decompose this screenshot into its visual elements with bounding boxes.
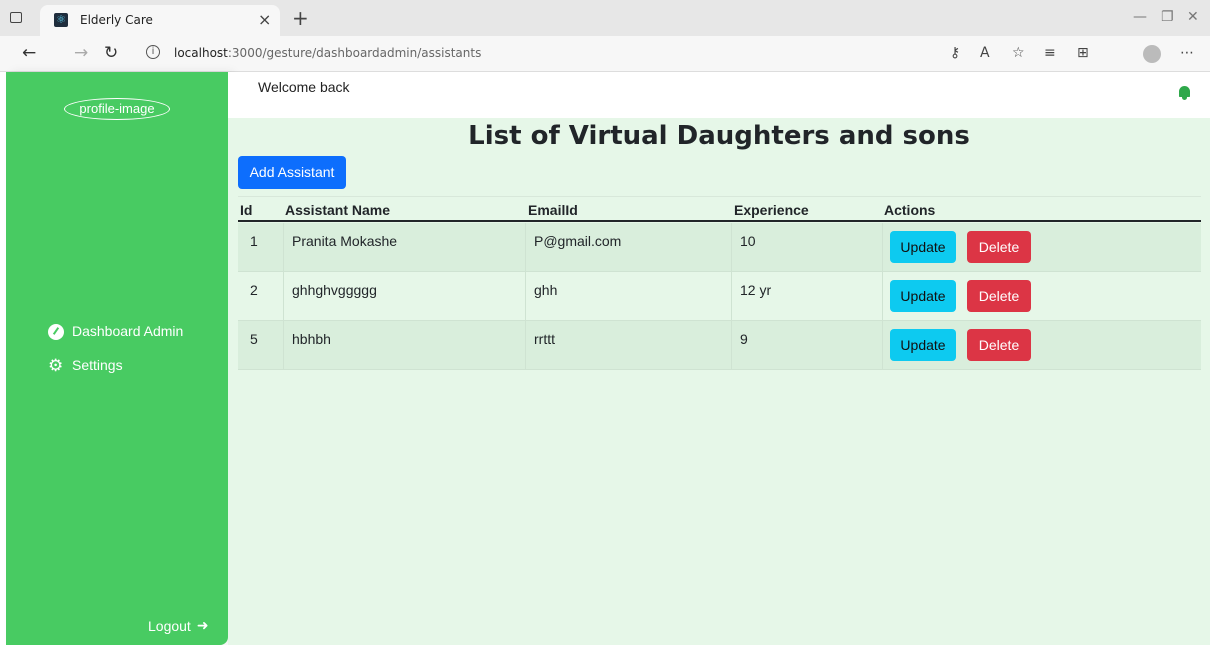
new-tab-icon[interactable]: + <box>292 6 309 30</box>
logout-button[interactable]: Logout ➜ <box>148 618 209 634</box>
close-tab-icon[interactable]: × <box>258 10 271 29</box>
table-header: Id Assistant Name EmailId Experience Act… <box>238 196 1201 222</box>
profile-image-alt-text: profile-image <box>79 101 155 116</box>
browser-tab[interactable]: ⚛ Elderly Care × <box>40 5 280 36</box>
main-content: List of Virtual Daughters and sons Add A… <box>228 118 1210 645</box>
cell-id: 5 <box>250 331 258 347</box>
url-path: :3000/gesture/dashboardadmin/assistants <box>227 46 482 60</box>
address-bar: ← → ↻ i localhost:3000/gesture/dashboard… <box>0 36 1210 72</box>
update-button[interactable]: Update <box>890 280 956 312</box>
column-header-id: Id <box>240 202 253 218</box>
cogs-icon: ⚙ <box>48 356 64 376</box>
welcome-text: Welcome back <box>258 79 350 95</box>
notification-bell-icon[interactable] <box>1179 86 1190 100</box>
collections-icon[interactable]: ⊞ <box>1077 45 1089 61</box>
top-bar: Welcome back <box>228 72 1210 118</box>
column-header-email: EmailId <box>528 202 578 218</box>
cell-name: ghhghvggggg <box>292 282 377 298</box>
logout-label: Logout <box>148 618 191 634</box>
table-row: 1 Pranita Mokashe P@gmail.com 10 Update … <box>238 223 1201 272</box>
sidebar: profile-image Dashboard Admin ⚙ Settings… <box>6 72 228 645</box>
cell-name: hbhbh <box>292 331 331 347</box>
add-assistant-button[interactable]: Add Assistant <box>238 156 346 189</box>
key-icon[interactable]: ⚷ <box>950 45 960 61</box>
update-button[interactable]: Update <box>890 231 956 263</box>
react-favicon-icon: ⚛ <box>54 13 68 27</box>
url-field[interactable]: localhost:3000/gesture/dashboardadmin/as… <box>174 46 481 60</box>
restore-icon[interactable]: ❐ <box>1161 9 1174 25</box>
sidebar-item-label: Dashboard Admin <box>72 323 184 339</box>
cell-id: 2 <box>250 282 258 298</box>
update-button[interactable]: Update <box>890 329 956 361</box>
table-row: 2 ghhghvggggg ghh 12 yr Update Delete <box>238 272 1201 321</box>
favorite-star-icon[interactable]: ☆ <box>1012 45 1025 61</box>
refresh-icon[interactable]: ↻ <box>104 43 118 63</box>
tab-title: Elderly Care <box>80 13 153 27</box>
cell-id: 1 <box>250 233 258 249</box>
delete-button[interactable]: Delete <box>967 280 1031 312</box>
cell-experience: 10 <box>740 233 756 249</box>
gauge-icon <box>48 324 64 340</box>
favorites-list-icon[interactable]: ≡ <box>1044 45 1056 61</box>
read-aloud-icon[interactable]: A <box>980 45 990 61</box>
cell-email: P@gmail.com <box>534 233 622 249</box>
sidebar-item-settings[interactable]: ⚙ Settings <box>48 356 123 376</box>
column-header-assistant-name: Assistant Name <box>285 202 391 218</box>
column-header-experience: Experience <box>734 202 809 218</box>
cell-email: ghh <box>534 282 558 298</box>
site-info-icon[interactable]: i <box>146 45 160 59</box>
column-header-actions: Actions <box>884 202 936 218</box>
delete-button[interactable]: Delete <box>967 231 1031 263</box>
tab-actions-icon[interactable] <box>10 12 22 23</box>
cell-email: rrttt <box>534 331 555 347</box>
cell-experience: 12 yr <box>740 282 772 298</box>
sidebar-item-dashboard-admin[interactable]: Dashboard Admin <box>48 322 183 340</box>
forward-icon[interactable]: → <box>74 43 88 63</box>
profile-image: profile-image <box>64 98 170 120</box>
cell-name: Pranita Mokashe <box>292 233 398 249</box>
page-title: List of Virtual Daughters and sons <box>468 121 970 151</box>
cell-experience: 9 <box>740 331 748 347</box>
table-row: 5 hbhbh rrttt 9 Update Delete <box>238 321 1201 370</box>
minimize-icon[interactable]: — <box>1133 9 1147 25</box>
browser-tab-strip: ⚛ Elderly Care × + — ❐ ✕ <box>0 0 1210 36</box>
url-host: localhost <box>174 46 228 60</box>
more-options-icon[interactable]: ⋯ <box>1180 45 1194 61</box>
close-window-icon[interactable]: ✕ <box>1187 9 1199 25</box>
back-icon[interactable]: ← <box>22 43 36 63</box>
delete-button[interactable]: Delete <box>967 329 1031 361</box>
sign-out-icon: ➜ <box>196 618 209 634</box>
profile-avatar-icon[interactable] <box>1143 45 1161 63</box>
sidebar-item-label: Settings <box>72 357 123 373</box>
